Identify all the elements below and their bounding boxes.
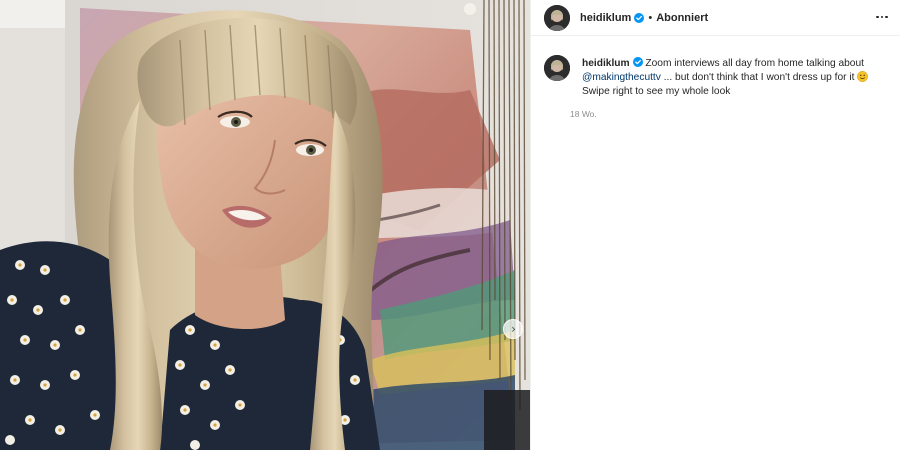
caption: heidiklum Zoom interviews all day from h… <box>531 36 900 119</box>
caption-text-part1: Zoom interviews all day from home talkin… <box>645 58 864 69</box>
post-side-panel: heidiklum • Abonniert heidiklum Zoom int… <box>530 0 900 450</box>
verified-badge-icon <box>632 57 643 67</box>
next-slide-button[interactable]: › <box>503 319 523 339</box>
chevron-right-icon: › <box>511 322 516 336</box>
mention-link[interactable]: @makingthecuttv <box>582 72 661 83</box>
following-button[interactable]: Abonniert <box>656 12 708 24</box>
caption-author-avatar[interactable] <box>544 55 570 81</box>
caption-username-link[interactable]: heidiklum <box>582 58 630 69</box>
slightly-smiling-face-icon <box>857 71 869 82</box>
separator-dot: • <box>648 11 653 24</box>
post-image <box>0 0 530 450</box>
caption-text-part3: Swipe right to see my whole look <box>582 86 731 97</box>
instagram-post: › heidiklum • Abonniert heidiklum Zoom i… <box>0 0 900 450</box>
author-username-link[interactable]: heidiklum <box>580 12 631 24</box>
more-options-icon[interactable] <box>874 9 890 25</box>
post-photo[interactable]: › <box>0 0 530 450</box>
verified-badge-icon <box>634 12 645 23</box>
caption-text: heidiklum Zoom interviews all day from h… <box>582 57 887 99</box>
caption-text-part2: ... but don't think that I won't dress u… <box>663 72 855 83</box>
author-avatar[interactable] <box>544 4 570 31</box>
post-timestamp[interactable]: 18 Wo. <box>570 109 887 119</box>
post-header: heidiklum • Abonniert <box>531 0 900 36</box>
